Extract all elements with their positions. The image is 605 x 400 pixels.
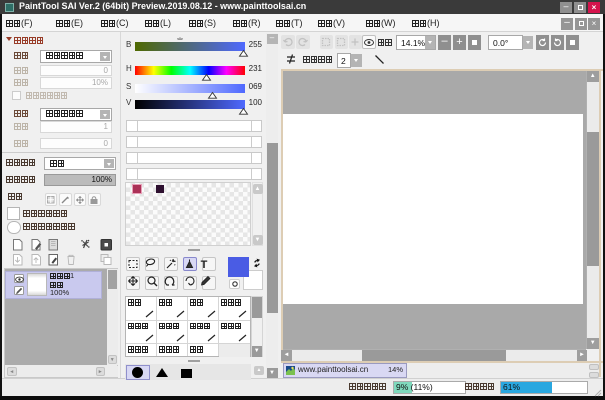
svg-text:T: T: [201, 259, 208, 271]
